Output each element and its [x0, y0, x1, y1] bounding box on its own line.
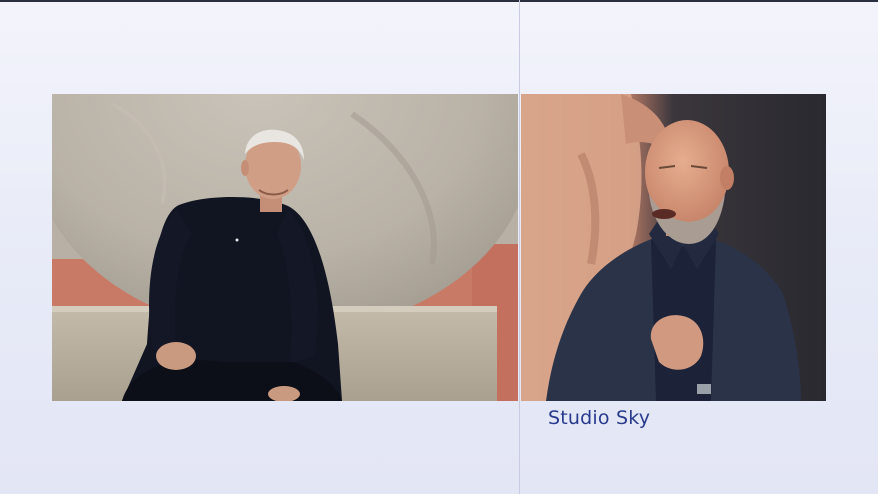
left-video-panel: [52, 94, 518, 401]
studio-sky-label: Studio Sky: [548, 407, 651, 429]
top-border: [0, 0, 878, 2]
right-video-frame: [521, 94, 826, 401]
right-video-panel: [521, 94, 826, 401]
split-divider: [519, 0, 520, 494]
left-video-frame: [52, 94, 518, 401]
